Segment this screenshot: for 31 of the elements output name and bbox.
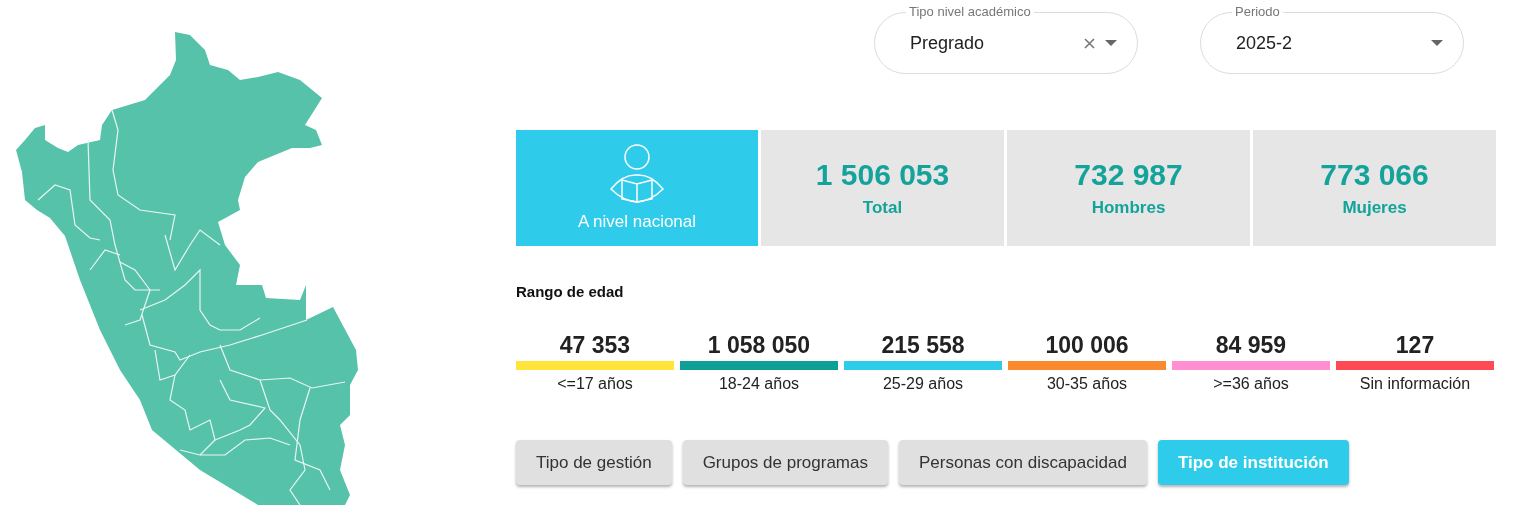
age-label: 18-24 años bbox=[718, 375, 800, 393]
tab-button[interactable]: Tipo de gestión bbox=[516, 440, 672, 485]
dropdown-caret-icon[interactable] bbox=[1105, 40, 1117, 46]
field-label: Tipo nivel académico bbox=[906, 5, 1034, 19]
age-label: <=17 años bbox=[557, 375, 633, 393]
tab-button[interactable]: Personas con discapacidad bbox=[899, 440, 1147, 485]
reader-icon bbox=[609, 144, 665, 204]
stat-label: Mujeres bbox=[1342, 198, 1407, 218]
clear-icon[interactable] bbox=[1084, 37, 1095, 49]
tab-button[interactable]: Grupos de programas bbox=[682, 440, 888, 485]
age-count: 84 959 bbox=[1215, 332, 1287, 359]
age-label: 30-35 años bbox=[1046, 375, 1128, 393]
age-count: 127 bbox=[1395, 332, 1435, 359]
age-count: 100 006 bbox=[1045, 332, 1129, 359]
stat-value: 773 066 bbox=[1320, 158, 1429, 192]
age-count: 1 058 050 bbox=[707, 332, 811, 359]
field-label: Periodo bbox=[1232, 5, 1283, 19]
age-label: 25-29 años bbox=[882, 375, 964, 393]
stat-label: Hombres bbox=[1091, 198, 1166, 218]
age-count: 215 558 bbox=[881, 332, 965, 359]
select-value: 2025-2 bbox=[1236, 32, 1294, 54]
age-count: 47 353 bbox=[559, 332, 631, 359]
age-label: Sin información bbox=[1359, 375, 1471, 393]
age-label: >=36 años bbox=[1213, 375, 1289, 393]
scope-label: A nivel nacional bbox=[577, 212, 697, 232]
select-value: Pregrado bbox=[910, 32, 986, 54]
stat-value: 732 987 bbox=[1074, 158, 1183, 192]
dropdown-caret-icon[interactable] bbox=[1431, 40, 1443, 46]
section-title: Rango de edad bbox=[516, 283, 625, 300]
stat-label: Total bbox=[862, 198, 903, 218]
stat-value: 1 506 053 bbox=[815, 158, 950, 192]
